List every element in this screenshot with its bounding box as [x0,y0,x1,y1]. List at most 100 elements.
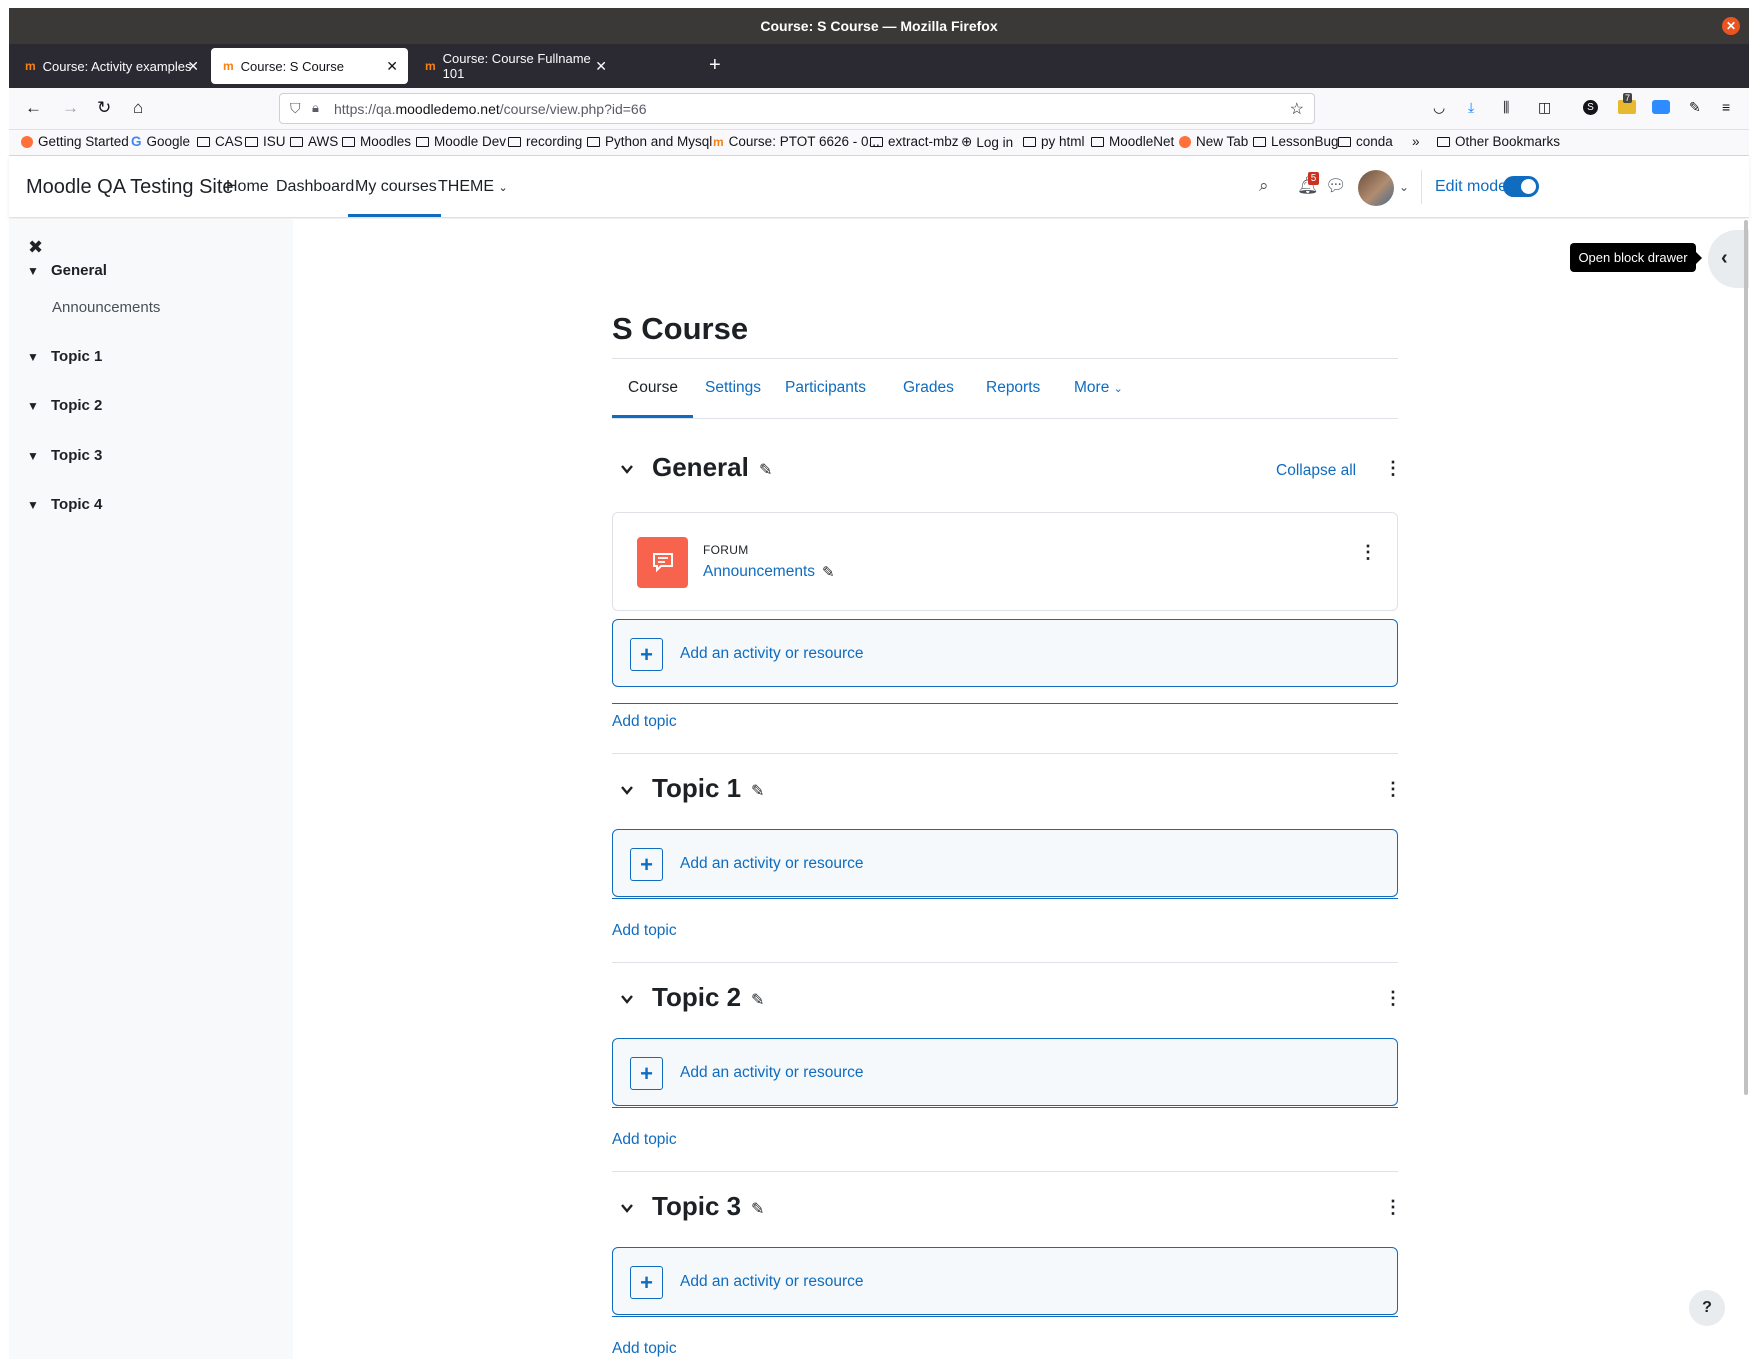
tab-reports[interactable]: Reports [986,379,1040,397]
section-title[interactable]: Topic 1 [652,773,741,804]
course-index-item-announcements[interactable]: Announcements [52,299,160,316]
forward-arrow-icon[interactable]: → [62,98,79,118]
messages-icon[interactable]: 💬︎ [1325,176,1347,196]
tab-grades[interactable]: Grades [903,379,954,397]
section-menu-kebab-icon[interactable]: ⋮ [1384,988,1402,1009]
edit-pencil-icon[interactable]: ✎ [751,781,764,801]
chevron-down-icon[interactable]: ▼ [27,264,47,278]
bookmark-python-mysql[interactable]: Python and Mysql [587,134,712,149]
chevron-down-icon[interactable]: ▼ [27,399,47,413]
library-icon[interactable]: ⫼ [1503,99,1509,116]
course-index-section-topic-3[interactable]: ▼ Topic 3 [27,447,102,464]
edit-mode-toggle[interactable] [1503,176,1539,197]
extension-tool-icon[interactable]: ✎ [1689,99,1701,116]
add-topic-link[interactable]: Add topic [612,713,677,731]
close-drawer-icon[interactable]: ✖ [28,237,43,258]
user-menu-chevron-icon[interactable]: ⌄ [1399,180,1409,194]
help-button[interactable]: ? [1689,1290,1725,1326]
bookmark-lessonbug[interactable]: LessonBug [1253,134,1339,149]
bookmark-recording[interactable]: recording [508,134,582,149]
nav-home[interactable]: Home [226,178,269,196]
chevron-down-icon[interactable] [620,462,634,476]
site-name[interactable]: Moodle QA Testing Site [26,176,234,199]
chevron-down-icon[interactable]: ▼ [27,449,47,463]
nav-dashboard[interactable]: Dashboard [276,178,354,196]
url-bar[interactable]: ⛉ 🔒︎ https://qa. moodledemo.net/course/vi… [279,93,1315,124]
nav-my-courses[interactable]: My courses [355,178,437,196]
section-title[interactable]: Topic 3 [652,1191,741,1222]
search-icon[interactable]: ⌕ [1259,176,1269,196]
new-tab-button[interactable]: + [709,55,721,75]
bookmark-moodles[interactable]: Moodles [342,134,411,149]
course-index-section-topic-4[interactable]: ▼ Topic 4 [27,496,102,513]
bookmark-getting-started[interactable]: Getting Started [21,134,129,149]
section-title[interactable]: General [652,452,749,483]
bookmarks-overflow-icon[interactable]: » [1412,134,1420,149]
shield-icon[interactable]: ⛉ [290,100,301,117]
tab-close-icon[interactable]: ✕ [595,58,607,75]
bookmark-ptot-course[interactable]: m Course: PTOT 6626 - 0... [713,134,880,149]
add-activity-button[interactable]: + Add an activity or resource [612,619,1398,687]
reload-icon[interactable]: ↻ [97,98,111,118]
edit-pencil-icon[interactable]: ✎ [751,1199,764,1219]
bookmark-extract-mbz[interactable]: extract-mbz [870,134,959,149]
lock-icon[interactable]: 🔒︎ [312,100,319,116]
collapse-all-link[interactable]: Collapse all [1276,462,1356,480]
chevron-down-icon[interactable] [620,992,634,1006]
tab-close-icon[interactable]: ✕ [187,58,199,75]
bookmark-new-tab[interactable]: New Tab [1179,134,1248,149]
section-title[interactable]: Topic 2 [652,982,741,1013]
tab-more[interactable]: More ⌄ [1074,379,1123,397]
activity-name-link[interactable]: Announcements [703,563,815,581]
add-activity-button[interactable]: + Add an activity or resource [612,829,1398,897]
bookmark-aws[interactable]: AWS [290,134,338,149]
chevron-down-icon[interactable]: ▼ [27,350,47,364]
edit-pencil-icon[interactable]: ✎ [822,563,835,581]
course-index-section-general[interactable]: ▼ General [27,262,107,279]
home-icon[interactable]: ⌂ [133,98,143,118]
tab-settings[interactable]: Settings [705,379,761,397]
course-index-section-topic-1[interactable]: ▼ Topic 1 [27,348,102,365]
tab-s-course[interactable]: m Course: S Course ✕ [211,48,408,84]
tab-course-fullname[interactable]: m Course: Course Fullname 101 ✕ [413,48,609,84]
tab-close-icon[interactable]: ✕ [386,58,398,75]
window-close-button[interactable]: ✕ [1722,17,1740,35]
chevron-down-icon[interactable] [620,1201,634,1215]
bookmark-cas[interactable]: CAS [197,134,243,149]
tab-activity-examples[interactable]: m Course: Activity examples ✕ [13,48,209,84]
add-topic-link[interactable]: Add topic [612,1340,677,1358]
extension-s-icon[interactable]: S [1583,100,1598,115]
section-menu-kebab-icon[interactable]: ⋮ [1384,458,1402,479]
sidebar-icon[interactable]: ◫ [1538,99,1551,116]
chevron-down-icon[interactable]: ▼ [27,498,47,512]
bookmark-star-icon[interactable]: ☆ [1290,99,1304,119]
bookmark-google[interactable]: G Google [131,134,190,149]
tab-course[interactable]: Course [628,379,678,397]
section-menu-kebab-icon[interactable]: ⋮ [1384,779,1402,800]
add-activity-button[interactable]: + Add an activity or resource [612,1247,1398,1315]
bookmark-py-html[interactable]: py html [1023,134,1085,149]
section-menu-kebab-icon[interactable]: ⋮ [1384,1197,1402,1218]
bookmark-log-in[interactable]: ⊕ Log in [961,134,1013,150]
zoom-extension-icon[interactable] [1652,100,1670,114]
add-activity-button[interactable]: + Add an activity or resource [612,1038,1398,1106]
edit-pencil-icon[interactable]: ✎ [759,460,772,480]
bookmark-other-bookmarks[interactable]: Other Bookmarks [1437,134,1560,149]
bookmark-moodlenet[interactable]: MoodleNet [1091,134,1174,149]
back-arrow-icon[interactable]: ← [25,98,42,118]
pocket-icon[interactable]: ◡ [1433,99,1445,116]
download-icon[interactable]: ⤓ [1468,99,1474,116]
edit-pencil-icon[interactable]: ✎ [751,990,764,1010]
bookmark-moodle-dev[interactable]: Moodle Dev [416,134,506,149]
tab-participants[interactable]: Participants [785,379,866,397]
bookmark-conda[interactable]: conda [1338,134,1393,149]
nav-theme[interactable]: THEME ⌄ [438,178,508,196]
add-topic-link[interactable]: Add topic [612,922,677,940]
menu-icon[interactable]: ≡ [1722,99,1730,115]
bookmark-isu[interactable]: ISU [245,134,286,149]
user-avatar[interactable] [1358,170,1394,206]
activity-menu-kebab-icon[interactable]: ⋮ [1359,542,1377,563]
page-scrollbar[interactable] [1744,220,1748,1095]
chevron-down-icon[interactable] [620,783,634,797]
course-index-section-topic-2[interactable]: ▼ Topic 2 [27,397,102,414]
